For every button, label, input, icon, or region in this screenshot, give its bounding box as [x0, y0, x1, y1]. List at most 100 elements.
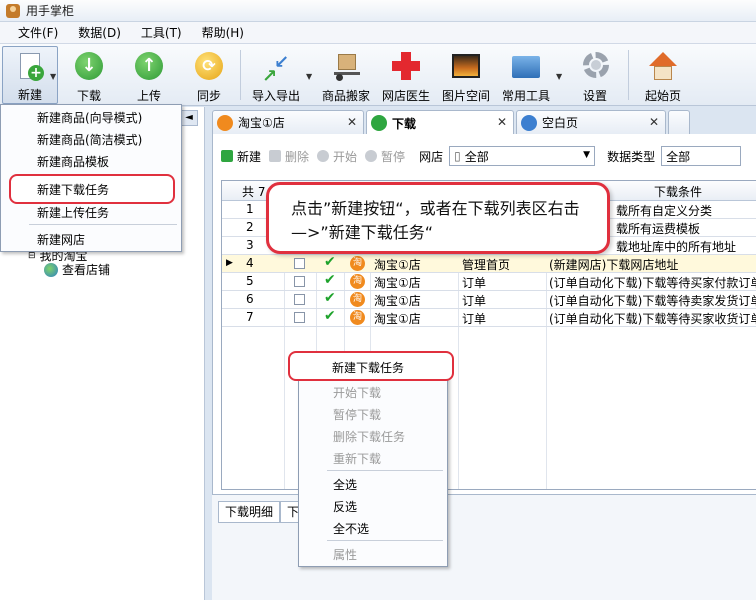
- shop-doctor-button[interactable]: 网店医生: [378, 46, 434, 104]
- row-shop: 淘宝①店: [374, 276, 421, 290]
- close-icon[interactable]: ✕: [649, 115, 659, 129]
- menu-file[interactable]: 文件(F): [8, 23, 68, 43]
- app-logo-icon: [6, 3, 20, 18]
- table-row[interactable]: 7 ✔ 淘淘宝①店 订单 (订单自动化下载)下载等待买家收货订单: [222, 308, 756, 327]
- home-icon: [645, 48, 681, 83]
- tab-download[interactable]: 下载 ✕: [366, 110, 514, 135]
- menu-item-new-download-task[interactable]: 新建下载任务: [37, 181, 109, 198]
- chevron-down-icon: ▼: [583, 150, 591, 160]
- shop-filter-label: 网店: [419, 149, 444, 164]
- common-tools-button[interactable]: 常用工具: [498, 46, 554, 104]
- menu-data[interactable]: 数据(D): [68, 23, 131, 43]
- import-export-arrows-icon: ↗ ↙: [262, 52, 290, 87]
- tab-taobao-shop[interactable]: 淘宝①店 ✕: [212, 110, 364, 134]
- menu-separator: [327, 540, 443, 541]
- settings-button[interactable]: 设置: [570, 46, 620, 104]
- row-checkbox[interactable]: [294, 312, 305, 323]
- menu-tools[interactable]: 工具(T): [131, 23, 192, 43]
- tab-blank-page[interactable]: 空白页 ✕: [516, 110, 666, 134]
- menu-item-new-goods-simple[interactable]: 新建商品(简洁模式): [37, 131, 142, 148]
- close-icon[interactable]: ✕: [497, 115, 507, 129]
- download-button[interactable]: ↓ 下载: [66, 46, 112, 104]
- play-icon: [317, 150, 330, 162]
- table-row[interactable]: 6 ✔ 淘淘宝①店 订单 (订单自动化下载)下载等待卖家发货订单: [222, 290, 756, 309]
- row-condition: 载所有运费模板: [616, 222, 701, 236]
- table-row[interactable]: 5 ✔ 淘淘宝①店 订单 (订单自动化下载)下载等待买家付款订单: [222, 272, 756, 291]
- pause-icon: [365, 150, 378, 162]
- close-icon[interactable]: ✕: [347, 115, 357, 129]
- globe-icon: [44, 262, 58, 277]
- row-checkbox[interactable]: [294, 276, 305, 287]
- row-data-type: 订单: [462, 276, 487, 290]
- row-data-type: 订单: [462, 312, 487, 326]
- folder-icon: [508, 48, 544, 83]
- row-count: 共 7: [242, 185, 266, 199]
- download-toolbar: 新建 删除 开始 暂停 网店 ▯ 全部 ▼ 数据类型 全部: [213, 142, 756, 170]
- tree-item-view-shop[interactable]: 查看店铺: [44, 261, 110, 278]
- row-shop: 淘宝①店: [374, 312, 421, 326]
- sub-new-button[interactable]: 新建: [221, 148, 261, 165]
- ctx-start-download[interactable]: 开始下载: [333, 384, 381, 401]
- menu-item-new-upload-task[interactable]: 新建上传任务: [37, 204, 109, 221]
- ctx-pause-download[interactable]: 暂停下载: [333, 406, 381, 423]
- row-condition: (订单自动化下载)下载等待卖家发货订单: [549, 294, 756, 308]
- title-bar: 用手掌柜: [0, 0, 756, 22]
- datatype-filter-label: 数据类型: [607, 149, 656, 164]
- expand-icon[interactable]: ⊟: [28, 251, 36, 261]
- ctx-new-download-task[interactable]: 新建下载任务: [288, 351, 454, 381]
- import-export-button[interactable]: ↗ ↙ 导入导出: [248, 46, 304, 104]
- sub-start-button[interactable]: 开始: [317, 148, 357, 165]
- ctx-invert-selection[interactable]: 反选: [333, 498, 357, 515]
- home-button[interactable]: 起始页: [638, 46, 688, 104]
- check-icon: ✔: [324, 272, 336, 288]
- upload-arrow-icon: ↑: [131, 48, 167, 83]
- row-checkbox[interactable]: [294, 294, 305, 305]
- sub-delete-button[interactable]: 删除: [269, 148, 309, 165]
- ctx-redownload[interactable]: 重新下载: [333, 450, 381, 467]
- row-checkbox[interactable]: [294, 258, 305, 269]
- menu-item-new-goods-template[interactable]: 新建商品模板: [37, 153, 109, 170]
- download-detail-pane: 下载明细 下: [212, 494, 756, 600]
- red-cross-icon: [388, 48, 424, 83]
- sub-pause-button[interactable]: 暂停: [365, 148, 405, 165]
- check-icon: ✔: [324, 254, 336, 270]
- main-toolbar: + 新建 ▼ ↓ 下载 ↑ 上传 ⟳ 同步 ↗ ↙ 导入导出 ▼ 商品搬家 网店…: [0, 44, 756, 106]
- ctx-delete-download-task[interactable]: 删除下载任务: [333, 428, 405, 445]
- ie-icon: [521, 114, 537, 131]
- plus-icon: [221, 150, 233, 162]
- row-condition: (订单自动化下载)下载等待买家付款订单: [549, 276, 756, 290]
- menu-separator: [327, 470, 443, 471]
- move-goods-button[interactable]: 商品搬家: [318, 46, 374, 104]
- new-dropdown-menu: 新建商品(向导模式) 新建商品(简洁模式) 新建商品模板 新建下载任务 新建上传…: [0, 104, 182, 252]
- datatype-filter-select[interactable]: 全部: [661, 146, 742, 166]
- col-header-condition[interactable]: 下载条件: [654, 183, 702, 200]
- common-tools-caret-icon[interactable]: ▼: [556, 72, 562, 81]
- menu-help[interactable]: 帮助(H): [192, 23, 254, 43]
- upload-button[interactable]: ↑ 上传: [126, 46, 172, 104]
- gear-icon: [577, 48, 613, 83]
- row-number: 5: [246, 274, 254, 288]
- menu-bar: 文件(F) 数据(D) 工具(T) 帮助(H): [0, 22, 756, 44]
- new-dropdown-caret-icon[interactable]: ▼: [50, 72, 56, 81]
- grid-context-menu: 开始下载 暂停下载 删除下载任务 重新下载 全选 反选 全不选 属性: [298, 353, 448, 567]
- menu-item-new-goods-wizard[interactable]: 新建商品(向导模式): [37, 109, 142, 126]
- ctx-select-none[interactable]: 全不选: [333, 520, 369, 537]
- pin-icon[interactable]: ◄: [180, 110, 198, 126]
- ctx-select-all[interactable]: 全选: [333, 476, 357, 493]
- row-number: 2: [246, 220, 254, 234]
- ctx-properties[interactable]: 属性: [333, 546, 357, 563]
- current-row-marker-icon: ▶: [226, 258, 233, 268]
- menu-separator: [29, 224, 177, 225]
- tab-download-detail[interactable]: 下载明细: [218, 501, 281, 523]
- import-export-caret-icon[interactable]: ▼: [306, 72, 312, 81]
- shop-filter-select[interactable]: ▯ 全部 ▼: [449, 146, 596, 166]
- row-shop: 淘宝①店: [374, 258, 421, 272]
- row-shop: 淘宝①店: [374, 294, 421, 308]
- image-space-button[interactable]: 图片空间: [438, 46, 494, 104]
- sync-button[interactable]: ⟳ 同步: [186, 46, 232, 104]
- taobao-icon: 淘: [350, 256, 365, 271]
- table-row[interactable]: ▶ 4 ✔ 淘淘宝①店 管理首页 (新建网店)下载网店地址: [222, 254, 756, 273]
- tab-new[interactable]: [668, 110, 690, 134]
- row-condition: (订单自动化下载)下载等待买家收货订单: [549, 312, 756, 326]
- menu-item-new-shop[interactable]: 新建网店: [37, 231, 85, 248]
